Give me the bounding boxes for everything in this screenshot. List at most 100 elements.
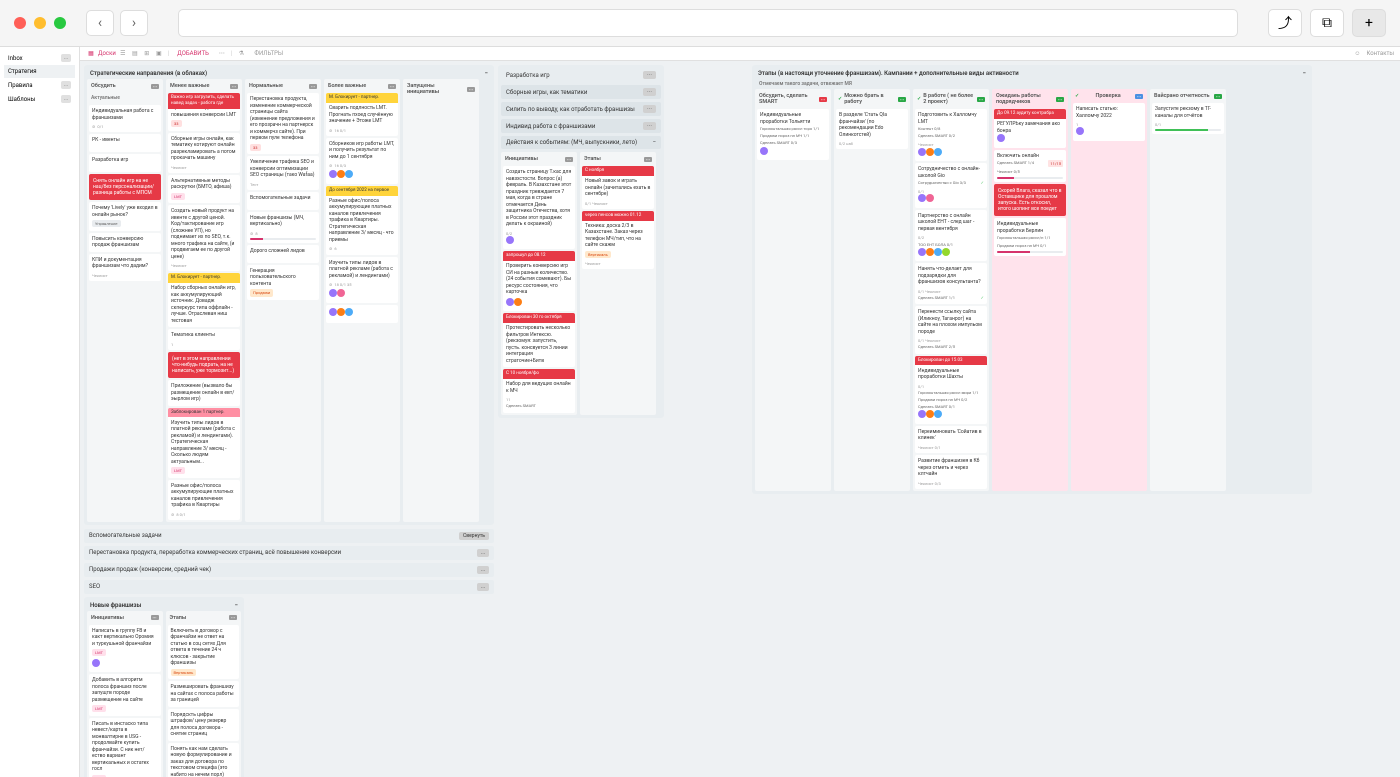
col-title: Обсудить <box>91 83 116 89</box>
card[interactable]: Индивидуальная работа с франшизами⊘0/1 <box>89 105 161 132</box>
card[interactable]: Привлечение фр в LMT с повышения конверс… <box>168 93 240 131</box>
column-stages: Этапы⋯ Включить в договор с франчайзи не… <box>166 611 242 777</box>
board-dev: Разработка игр⋯ Сборные игры, как темати… <box>498 65 664 418</box>
card[interactable]: Протестировать несколько фильтров Интекс… <box>503 313 575 367</box>
card[interactable]: Приложение (вызвало бы размещение онлайн… <box>168 380 240 406</box>
card[interactable] <box>326 305 398 323</box>
sidebar-item-templates[interactable]: Шаблоны ... <box>4 92 75 106</box>
card[interactable]: Индивидуальные проработки Берлин Горизон… <box>994 218 1066 255</box>
section-bar[interactable]: Вспомогательные задачи Свернуть <box>84 529 494 543</box>
card[interactable]: Повысить конверсию продаж франшизам <box>89 233 161 252</box>
card[interactable]: РК - ивенты <box>89 134 161 152</box>
section-title: Действия к событиям: (МЧ, выпускники, ле… <box>506 139 637 146</box>
contacts-icon[interactable]: ☺ <box>1352 49 1362 59</box>
column-initiatives: Инициативы⋯ Создать страницу Т.кас для н… <box>501 152 577 415</box>
card[interactable]: Понять как нам сделать новую формулирова… <box>168 743 240 777</box>
card[interactable]: Альтернативные методы раскрутки (БМТО, а… <box>168 175 240 204</box>
card[interactable]: Нанять что-делает для подзарядки для фра… <box>915 263 987 304</box>
board-view-icon[interactable]: ▦ <box>86 49 96 59</box>
card[interactable]: Индивидуальные проработки Тольятти Гориз… <box>757 109 829 160</box>
tabs-button[interactable]: ⧉ <box>1310 9 1344 37</box>
card[interactable]: Техника: доска 2/3 в Казахстане. Заказ ч… <box>582 211 654 270</box>
card[interactable]: Написать статью: Халломчу 20221 <box>1073 103 1145 141</box>
card[interactable]: Набор сборных онлайн игр, как аккумулиру… <box>168 273 240 327</box>
section-bar[interactable]: SEO ... <box>84 580 494 594</box>
card[interactable]: Индивидуальные проработки Шахты 0/1 Гори… <box>915 356 987 424</box>
card[interactable]: Новые франшизы (МЧ, вертикально)⊘8 <box>247 212 319 243</box>
card[interactable]: Размешировать франшизу на сайтах с полос… <box>168 681 240 707</box>
column-done: Вайсрано отчетность⋯ Запустите рекзому в… <box>1150 89 1226 491</box>
card[interactable]: Включить в договор с франчайзи не ответ … <box>168 625 240 680</box>
grid-view-icon[interactable]: ▤ <box>130 49 140 59</box>
list-view-icon[interactable]: ☰ <box>118 49 128 59</box>
card[interactable]: Запустите рекзому в ТГ-каналы для отчёто… <box>1152 103 1224 134</box>
card[interactable]: Разные офис/полоса аккумулирующие платны… <box>168 480 240 520</box>
section-bar[interactable]: Перестановка продукта, переработка комме… <box>84 546 494 560</box>
card[interactable]: Включить онлайн Сделать SMART 1/411/15 Ч… <box>994 150 1066 183</box>
card[interactable]: Сварить подлность LMT. Прогнать пхоед сл… <box>326 93 398 136</box>
collapse-icon[interactable]: − <box>485 70 488 77</box>
card[interactable]: Генерация пользовательского контентаПрод… <box>247 265 319 300</box>
card[interactable]: Сборников игр работы LMT, и получить рез… <box>326 138 398 184</box>
card[interactable]: КПИ и документация франшизам что дадим?Ч… <box>89 254 161 281</box>
card[interactable]: Дорого сложней лидов <box>247 245 319 263</box>
share-button[interactable]: ⤴ <box>1268 9 1302 37</box>
column-waiting: Ожидаеь работы подрядчиков⋯ РЕГУЛРЬку за… <box>992 89 1068 491</box>
back-button[interactable]: ‹ <box>86 10 114 36</box>
maximize-window-button[interactable] <box>54 17 66 29</box>
filter-button[interactable]: ФИЛЬТРЫ <box>250 50 287 57</box>
new-tab-button[interactable]: + <box>1352 9 1386 37</box>
timeline-view-icon[interactable]: ⊞ <box>142 49 152 59</box>
filter-icon[interactable]: ⚗ <box>236 49 246 59</box>
col-title: Можно брать в работу <box>844 93 898 105</box>
card[interactable]: Разные офис/полоса аккумулирующие платны… <box>326 186 398 255</box>
section-toggle[interactable]: Свернуть <box>459 532 489 540</box>
card[interactable]: Сотрудничество с онлайн-школой Gio Сотру… <box>915 163 987 208</box>
card[interactable]: Партнерство с онлайн школой ЕНТ - след ш… <box>915 210 987 261</box>
card[interactable]: Переиминовать 'Сойатив в клинек'Чеклист … <box>915 426 987 453</box>
card[interactable]: Создать страницу Т.кас для навзхстости. … <box>503 166 575 249</box>
card[interactable]: Тематика клиенты1 <box>168 329 240 350</box>
card[interactable]: Перестановка продукта, изменение коммерч… <box>247 93 319 154</box>
column-initiatives: Инициативы⋯ Написать в группу FB и какт … <box>87 611 163 777</box>
card[interactable]: Написать в группу FB и какт вертикально … <box>89 625 161 673</box>
card[interactable]: Изучить типы лидов в платной рекламе (ра… <box>326 257 398 303</box>
calendar-view-icon[interactable]: ▣ <box>154 49 164 59</box>
card[interactable]: РЕГУЛРЬку замечания ако бонра <box>994 109 1066 148</box>
more-icon[interactable]: ⋯ <box>217 49 227 59</box>
sidebar-item-strategy[interactable]: Стратегия <box>4 65 75 78</box>
sidebar-label: Inbox <box>8 55 23 62</box>
card[interactable]: Развитие франшизея в Кб через отметь и ч… <box>915 455 987 489</box>
subcol-title: Актуальные <box>91 95 120 101</box>
card[interactable]: В разделе 'Стать QIa франчайзи' (по реко… <box>836 109 908 149</box>
card[interactable]: Сборные игры онлайн, как тематику котиру… <box>168 133 240 173</box>
card[interactable]: Добавить в алгоритм полоса франшиз после… <box>89 674 161 716</box>
add-button[interactable]: ДОБАВИТЬ <box>173 50 213 57</box>
card[interactable]: Проверить конверсию игр СИ на разные кол… <box>503 251 575 311</box>
card[interactable]: Увеличение трафика SEO и конверсии оптим… <box>247 156 319 190</box>
section-toggle[interactable]: ... <box>477 583 489 591</box>
card[interactable]: Набор для ведущих онлайн к МЧ11Сделать S… <box>503 369 575 412</box>
card[interactable]: Почему 'Lively' уже входил в онлайн рыно… <box>89 202 161 231</box>
card[interactable]: Вспомогательные задачи <box>247 192 319 210</box>
column-discuss-smart: Обсудить, сделать SMART⋯ Индивидуальные … <box>755 89 831 491</box>
card[interactable]: Разработка игр <box>89 154 161 172</box>
card[interactable]: Перенести ссылку сайта (Иликноу, Таганро… <box>915 306 987 353</box>
card[interactable]: Писать в инстаско типа невест/карта в мо… <box>89 718 161 777</box>
url-bar[interactable] <box>178 9 1238 37</box>
close-window-button[interactable] <box>14 17 26 29</box>
minimize-window-button[interactable] <box>34 17 46 29</box>
sidebar-label: Шаблоны <box>8 96 35 103</box>
forward-button[interactable]: › <box>120 10 148 36</box>
board-title: Стратегические направления (в облаках) <box>90 70 207 77</box>
card[interactable]: Порядскть цифры штрафов/ цену резервр дл… <box>168 709 240 741</box>
card[interactable]: Новый завок и играть онлайн (зачитались … <box>582 166 654 209</box>
sidebar-item-rules[interactable]: Правила ... <box>4 78 75 92</box>
card[interactable]: Подготовить к Халломчу LMT Контент 0/8 С… <box>915 109 987 161</box>
card[interactable]: Изучить типы лидов в платной рекламе (ра… <box>168 408 240 478</box>
section-bar[interactable]: Продажи продаж (конверсии, средний чек) … <box>84 563 494 577</box>
section-toggle[interactable]: ... <box>477 566 489 574</box>
sidebar-item-inbox[interactable]: Inbox ... <box>4 51 75 65</box>
section-toggle[interactable]: ... <box>477 549 489 557</box>
card[interactable]: Создать новый продукт на ивенте с другой… <box>168 205 240 271</box>
